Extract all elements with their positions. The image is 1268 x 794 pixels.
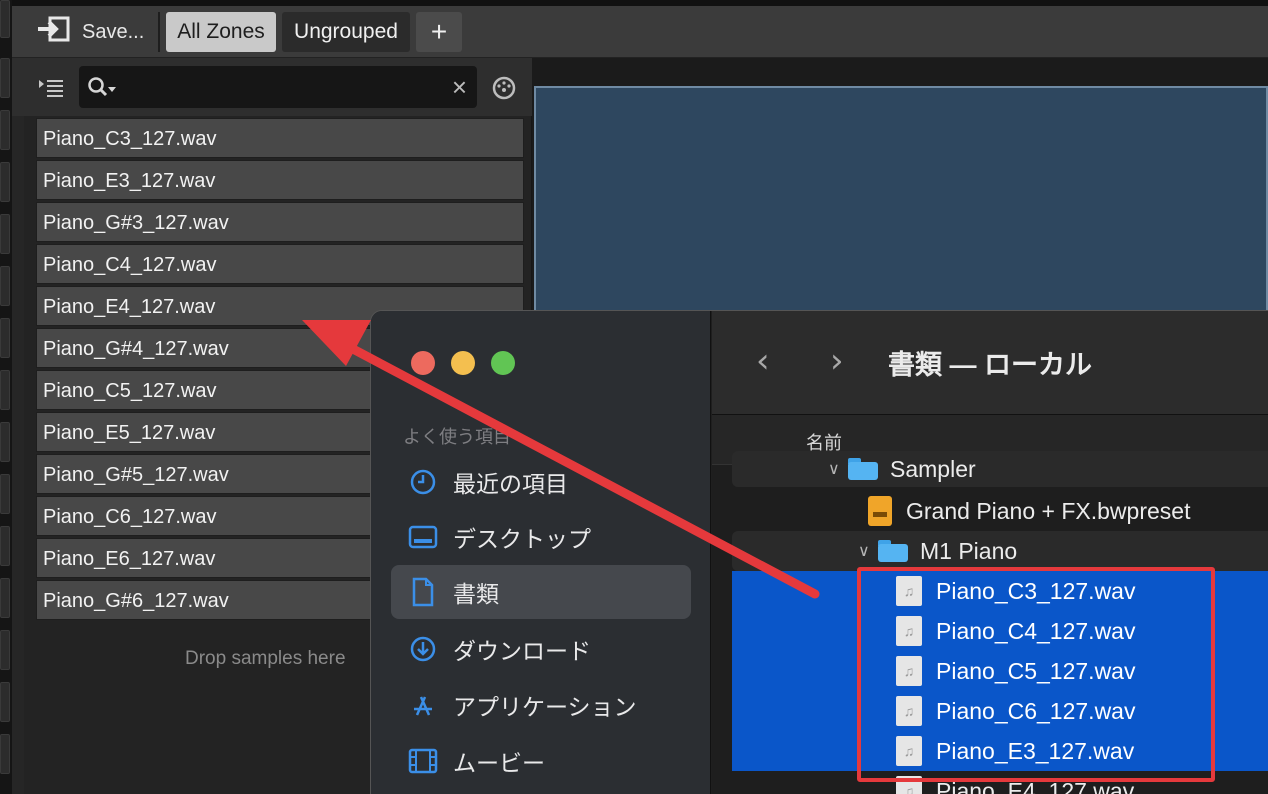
annotation-drag-arrow (302, 320, 820, 599)
app-window: Save... All Zones Ungrouped + × Piano_C3… (0, 0, 1268, 794)
